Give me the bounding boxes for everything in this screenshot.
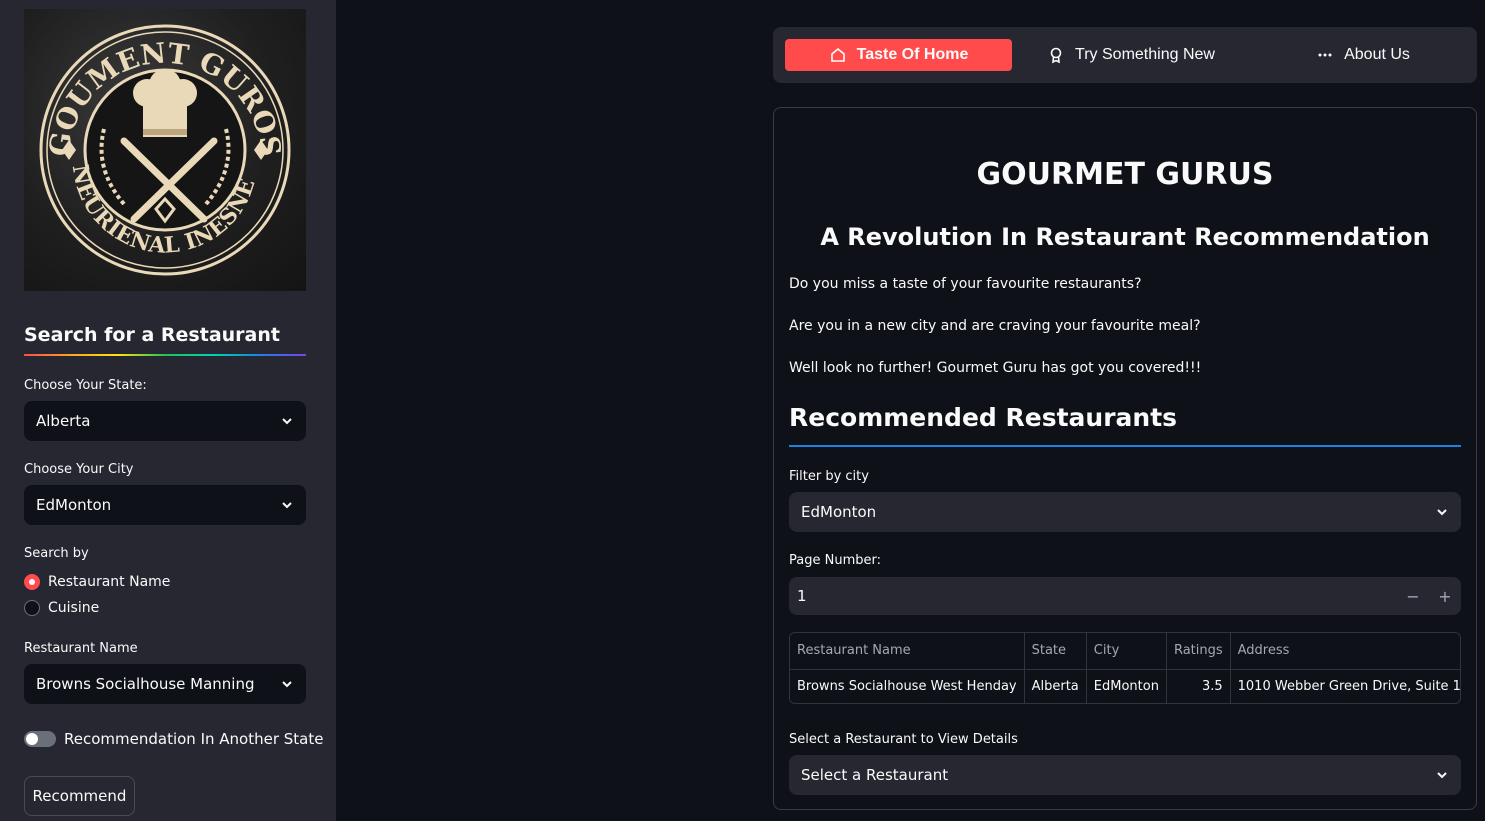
details-label: Select a Restaurant to View Details xyxy=(789,732,1018,747)
intro-paragraph: Are you in a new city and are craving yo… xyxy=(789,318,1201,334)
radio-cuisine[interactable]: Cuisine xyxy=(24,600,99,616)
intro-paragraph: Do you miss a taste of your favourite re… xyxy=(789,276,1142,292)
radio-restaurant-name[interactable]: Restaurant Name xyxy=(24,574,170,590)
state-select[interactable]: Alberta xyxy=(24,401,306,441)
radio-unselected-icon xyxy=(24,600,40,616)
nav-label: About Us xyxy=(1344,46,1410,63)
page-number-label: Page Number: xyxy=(789,553,881,568)
toggle-label: Recommendation In Another State xyxy=(64,730,324,748)
top-nav: Taste Of Home Try Something New About Us xyxy=(773,27,1477,83)
radio-label: Cuisine xyxy=(48,600,100,616)
section-divider xyxy=(789,445,1461,447)
table-cell: Browns Socialhouse West Henday xyxy=(790,669,1025,703)
chevron-down-icon xyxy=(1435,768,1449,782)
rainbow-divider xyxy=(24,354,306,356)
column-header[interactable]: City xyxy=(1086,633,1167,670)
table-cell: Alberta xyxy=(1024,669,1087,703)
toggle-switch[interactable] xyxy=(24,731,56,747)
chevron-down-icon xyxy=(1435,505,1449,519)
award-icon xyxy=(1050,47,1062,64)
nav-taste-of-home[interactable]: Taste Of Home xyxy=(785,39,1012,71)
filter-city-label: Filter by city xyxy=(789,469,869,484)
table-row[interactable]: Browns Socialhouse West Henday Alberta E… xyxy=(790,669,1461,703)
city-select-value: EdMonton xyxy=(36,496,112,514)
filter-city-select[interactable]: EdMonton xyxy=(789,492,1461,532)
column-header[interactable]: Restaurant Name xyxy=(790,633,1025,670)
logo-emblem: GOUMENT GUROS NEURIENAL INESNES xyxy=(24,9,291,276)
restaurant-name-label: Restaurant Name xyxy=(24,641,138,656)
restaurant-select[interactable]: Browns Socialhouse Manning xyxy=(24,664,306,704)
search-by-label: Search by xyxy=(24,546,89,561)
sidebar-heading: Search for a Restaurant xyxy=(24,324,280,346)
chevron-down-icon xyxy=(280,498,294,512)
table-header-row: Restaurant Name State City Ratings Addre… xyxy=(790,633,1460,670)
restaurant-details-placeholder: Select a Restaurant xyxy=(801,766,949,784)
city-select[interactable]: EdMonton xyxy=(24,485,306,525)
column-header[interactable]: Ratings xyxy=(1166,633,1231,670)
nav-label: Taste Of Home xyxy=(856,46,969,63)
table-cell: 1010 Webber Green Drive, Suite 10 xyxy=(1237,679,1461,695)
nav-about-us[interactable]: About Us xyxy=(1293,39,1433,71)
page-title: GOURMET GURUS xyxy=(976,157,1274,192)
table-cell: 3.5 xyxy=(1166,669,1231,703)
nav-label: Try Something New xyxy=(1075,46,1215,63)
increment-button[interactable]: + xyxy=(1429,577,1461,615)
restaurant-details-select[interactable]: Select a Restaurant xyxy=(789,755,1461,795)
table-cell: EdMonton xyxy=(1086,669,1167,703)
main-card xyxy=(773,107,1477,810)
intro-paragraph: Well look no further! Gourmet Guru has g… xyxy=(789,360,1202,376)
chevron-down-icon xyxy=(280,677,294,691)
dots-icon xyxy=(1318,53,1332,57)
decrement-button[interactable]: − xyxy=(1397,577,1429,615)
recommend-button[interactable]: Recommend xyxy=(24,776,135,816)
section-title: Recommended Restaurants xyxy=(789,403,1178,432)
another-state-toggle[interactable]: Recommendation In Another State xyxy=(24,730,323,748)
page-number-input[interactable]: 1 − + xyxy=(789,577,1461,615)
nav-try-something-new[interactable]: Try Something New xyxy=(1031,39,1231,71)
gourmet-gurus-logo: GOUMENT GUROS NEURIENAL INESNES xyxy=(24,9,306,291)
column-header[interactable]: Address xyxy=(1230,633,1460,670)
column-header[interactable]: State xyxy=(1024,633,1087,670)
page-number-value: 1 xyxy=(797,587,807,605)
chevron-down-icon xyxy=(280,414,294,428)
restaurants-table[interactable]: Restaurant Name State City Ratings Addre… xyxy=(789,632,1461,704)
radio-label: Restaurant Name xyxy=(48,574,171,590)
sidebar: GOUMENT GUROS NEURIENAL INESNE Search fo… xyxy=(0,0,336,821)
state-label: Choose Your State: xyxy=(24,378,147,393)
restaurant-select-value: Browns Socialhouse Manning xyxy=(36,675,255,693)
page-subtitle: A Revolution In Restaurant Recommendatio… xyxy=(820,223,1430,251)
state-select-value: Alberta xyxy=(36,412,91,430)
radio-selected-icon xyxy=(24,574,40,590)
filter-city-value: EdMonton xyxy=(801,503,877,521)
house-icon xyxy=(830,47,845,62)
page-stepper: − + xyxy=(1397,577,1461,615)
city-label: Choose Your City xyxy=(24,462,134,477)
